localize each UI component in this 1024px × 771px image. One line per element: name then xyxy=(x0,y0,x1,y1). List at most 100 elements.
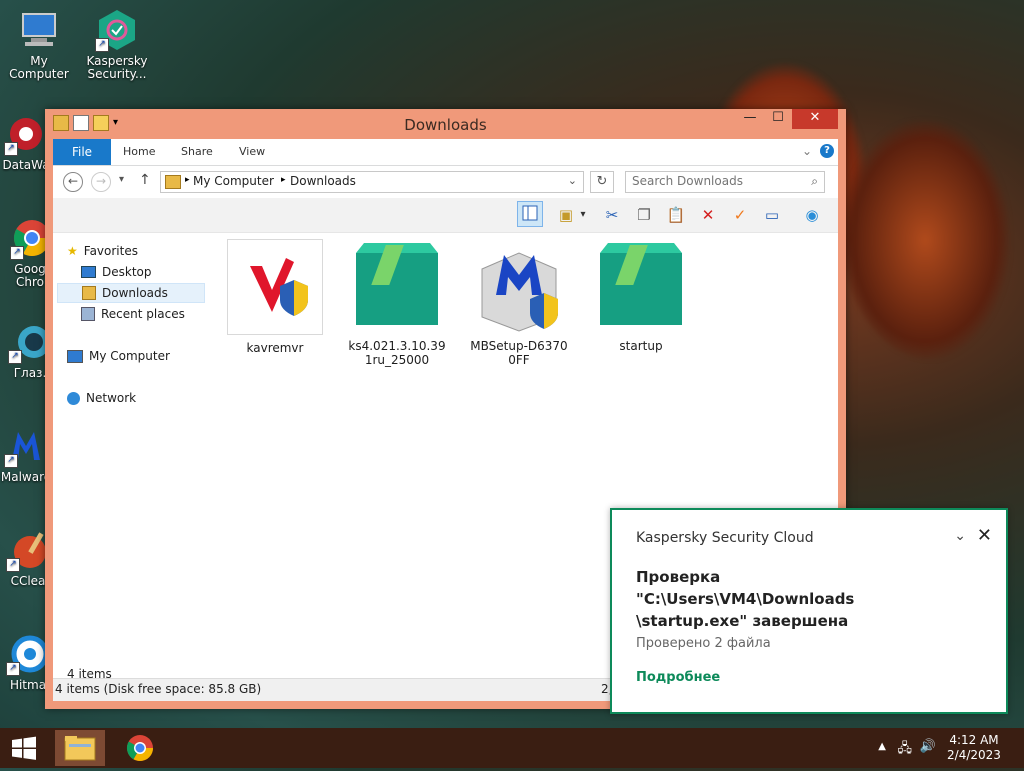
file-item[interactable]: ks4.021.3.10.391ru_25000 xyxy=(347,239,447,367)
computer-icon xyxy=(67,349,83,363)
shortcut-arrow-icon: ↗ xyxy=(4,142,18,156)
taskbar-chrome[interactable] xyxy=(115,730,165,766)
ribbon-tabs: File Home Share View ⌄ ? xyxy=(53,139,838,166)
shortcut-arrow-icon: ↗ xyxy=(6,662,20,676)
search-box[interactable]: ⌕ xyxy=(625,171,825,193)
taskbar: ▲ 🖧 🔊 4:12 AM 2/4/2023 xyxy=(0,728,1024,768)
check-icon[interactable]: ✓ xyxy=(729,204,751,226)
clock[interactable]: 4:12 AM 2/4/2023 xyxy=(944,733,1004,763)
file-item[interactable]: MBSetup-D63700FF xyxy=(469,239,569,367)
file-name: MBSetup-D63700FF xyxy=(470,339,568,367)
copy-icon[interactable]: ❐ xyxy=(633,204,655,226)
network-icon xyxy=(67,391,80,405)
ribbon-expand-icon[interactable]: ⌄ xyxy=(802,144,812,158)
close-icon[interactable]: ✕ xyxy=(977,525,992,546)
package-icon xyxy=(594,239,688,333)
notification-app-name: Kaspersky Security Cloud xyxy=(636,530,814,546)
desktop-icon xyxy=(81,266,96,278)
shortcut-arrow-icon: ↗ xyxy=(6,558,20,572)
recent-places-icon xyxy=(81,307,95,321)
nav-label: Desktop xyxy=(102,265,152,279)
breadcrumb-separator-icon: ▸ xyxy=(185,175,190,185)
status-text: 4 items (Disk free space: 85.8 GB) xyxy=(55,682,262,696)
tab-file[interactable]: File xyxy=(53,139,111,165)
computer-icon xyxy=(17,8,61,52)
folder-icon xyxy=(64,736,96,761)
close-button[interactable]: ✕ xyxy=(792,109,838,129)
rename-icon[interactable]: ▭ xyxy=(761,204,783,226)
notification-toast[interactable]: Kaspersky Security Cloud ⌄ ✕ Проверка "C… xyxy=(610,508,1008,714)
notification-detail: Проверено 2 файла xyxy=(636,636,771,651)
nav-my-computer[interactable]: My Computer xyxy=(67,346,170,366)
desktop-icon-kaspersky[interactable]: ↗ Kaspersky Security... xyxy=(79,8,155,81)
shortcut-arrow-icon: ↗ xyxy=(4,454,18,468)
taskbar-file-explorer[interactable] xyxy=(55,730,105,766)
cut-icon[interactable]: ✂ xyxy=(601,204,623,226)
nav-label: Favorites xyxy=(83,244,138,258)
shell-icon[interactable]: ◉ xyxy=(801,204,823,226)
nav-label: Downloads xyxy=(102,286,168,300)
file-name: ks4.021.3.10.391ru_25000 xyxy=(348,339,446,367)
tab-home[interactable]: Home xyxy=(109,139,169,165)
volume-icon[interactable]: 🔊 xyxy=(920,739,936,754)
preview-pane-icon[interactable] xyxy=(517,201,543,227)
network-tray-icon[interactable]: 🖧 xyxy=(898,739,913,761)
nav-desktop[interactable]: Desktop xyxy=(81,262,152,282)
folder-options-icon[interactable]: ▣ xyxy=(555,204,577,226)
nav-label: My Computer xyxy=(89,349,170,363)
desktop-icon-label: My Computer xyxy=(9,54,69,81)
shortcut-arrow-icon: ↗ xyxy=(10,246,24,260)
details-link[interactable]: Подробнее xyxy=(636,670,720,685)
breadcrumb-my-computer[interactable]: My Computer xyxy=(193,174,274,188)
malwarebytes-setup-icon xyxy=(472,239,566,333)
nav-label: Network xyxy=(86,391,137,405)
datawa-icon: ↗ xyxy=(4,112,48,156)
tab-view[interactable]: View xyxy=(225,139,279,165)
breadcrumb-downloads[interactable]: Downloads xyxy=(290,174,356,188)
chevron-down-icon[interactable]: ⌄ xyxy=(954,528,966,544)
search-icon[interactable]: ⌕ xyxy=(811,174,818,189)
folder-location-icon xyxy=(165,175,181,189)
desktop-icon-label: Goog Chro xyxy=(14,262,46,289)
file-item[interactable]: kavremvr xyxy=(225,239,325,355)
recent-locations-icon[interactable]: ▾ xyxy=(119,174,124,185)
paste-icon[interactable]: 📋 xyxy=(665,204,687,226)
delete-icon[interactable]: ✕ xyxy=(697,204,719,226)
title-bar[interactable]: ▾ Downloads — ☐ ✕ xyxy=(45,109,846,139)
minimize-button[interactable]: — xyxy=(736,109,764,129)
tray-overflow-icon[interactable]: ▲ xyxy=(878,741,886,752)
file-name: startup xyxy=(619,339,663,353)
breadcrumb-separator-icon: ▸ xyxy=(281,175,286,185)
shortcut-arrow-icon: ↗ xyxy=(95,38,109,52)
ccleaner-icon: ↗ xyxy=(6,528,50,572)
kaspersky-shield-icon: ↗ xyxy=(95,8,139,52)
file-name: kavremvr xyxy=(246,341,304,355)
nav-network[interactable]: Network xyxy=(67,388,136,408)
file-item[interactable]: startup xyxy=(591,239,691,353)
wallpaper-flame xyxy=(840,120,1010,360)
refresh-button[interactable]: ↻ xyxy=(590,171,614,193)
start-button[interactable] xyxy=(0,728,48,768)
address-bar[interactable]: ▸ My Computer ▸ Downloads ⌄ xyxy=(160,171,584,193)
search-input[interactable] xyxy=(626,172,808,190)
nav-recent-places[interactable]: Recent places xyxy=(81,304,185,324)
shortcut-arrow-icon: ↗ xyxy=(8,350,22,364)
nav-favorites[interactable]: ★ Favorites xyxy=(67,241,138,261)
back-button[interactable]: ← xyxy=(63,172,83,192)
tab-share[interactable]: Share xyxy=(167,139,227,165)
options-dropdown-icon[interactable]: ▾ xyxy=(577,204,589,226)
kaspersky-remover-icon xyxy=(227,239,323,335)
windows-logo-icon xyxy=(12,736,36,760)
window-title: Downloads xyxy=(404,116,487,134)
address-dropdown-icon[interactable]: ⌄ xyxy=(568,174,577,187)
star-icon: ★ xyxy=(67,244,78,258)
hitmanpro-icon: ↗ xyxy=(6,632,50,676)
up-button[interactable]: ↑ xyxy=(139,172,151,188)
malwarebytes-icon: ↗ xyxy=(4,424,48,468)
nav-downloads[interactable]: Downloads xyxy=(57,283,205,303)
desktop-icon-my-computer[interactable]: My Computer xyxy=(1,8,77,81)
clock-date: 2/4/2023 xyxy=(947,748,1001,762)
maximize-button[interactable]: ☐ xyxy=(764,109,792,129)
help-icon[interactable]: ? xyxy=(820,144,834,158)
forward-button[interactable]: → xyxy=(91,172,111,192)
